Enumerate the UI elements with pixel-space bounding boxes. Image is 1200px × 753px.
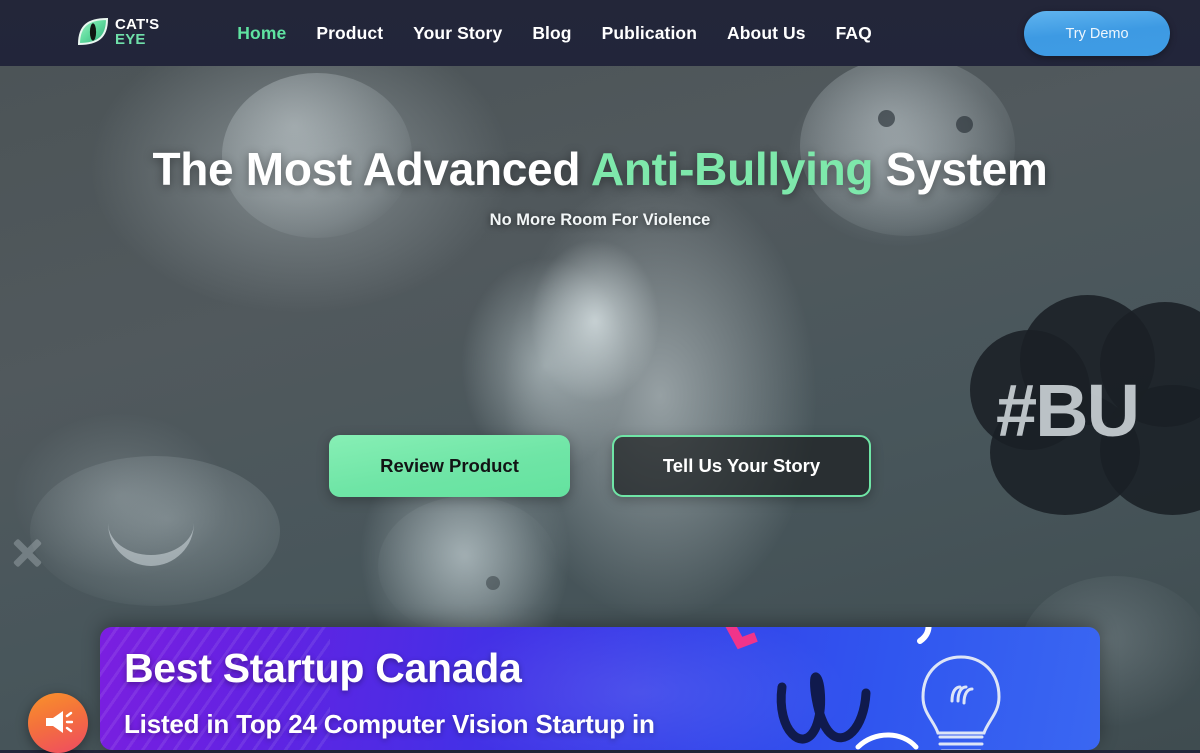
review-product-button[interactable]: Review Product [329, 435, 570, 497]
cats-eye-logo-icon [76, 16, 110, 50]
navy-swirl-doodle [776, 672, 871, 744]
megaphone-fab-button[interactable] [28, 693, 88, 753]
headline-accent: Anti-Bullying [590, 143, 874, 195]
brand-logo[interactable]: CAT'S EYE [76, 13, 159, 53]
nav-item-product[interactable]: Product [316, 23, 383, 44]
hero-cta-row: Review Product Tell Us Your Story [0, 435, 1200, 497]
nav-item-about-us[interactable]: About Us [727, 23, 806, 44]
lightbulb-icon [921, 655, 1001, 750]
hero-subheadline: No More Room For Violence [489, 211, 711, 229]
try-demo-button[interactable]: Try Demo [1024, 11, 1170, 56]
megaphone-icon [43, 709, 74, 738]
nav-item-your-story[interactable]: Your Story [413, 23, 502, 44]
nav-item-home[interactable]: Home [237, 23, 286, 44]
headline-part-2: System [873, 143, 1048, 195]
hero-headline: The Most Advanced Anti-Bullying System [0, 142, 1200, 196]
tell-us-your-story-button[interactable]: Tell Us Your Story [612, 435, 871, 497]
banner-illustration [670, 627, 1100, 750]
brand-wordmark-bottom: EYE [115, 30, 146, 48]
banner-subtitle: Listed in Top 24 Computer Vision Startup… [124, 709, 655, 739]
nav-item-faq[interactable]: FAQ [836, 23, 872, 44]
top-navigation-bar: CAT'S EYE Home Product Your Story Blog P… [0, 0, 1200, 66]
nav-item-blog[interactable]: Blog [532, 23, 571, 44]
brand-wordmark: CAT'S EYE [115, 17, 159, 48]
nav-links: Home Product Your Story Blog Publication… [237, 23, 872, 44]
banner-title: Best Startup Canada [124, 645, 522, 691]
headline-part-1: The Most Advanced [152, 143, 591, 195]
award-banner[interactable]: Best Startup Canada Listed in Top 24 Com… [100, 627, 1100, 750]
nav-item-publication[interactable]: Publication [602, 23, 697, 44]
